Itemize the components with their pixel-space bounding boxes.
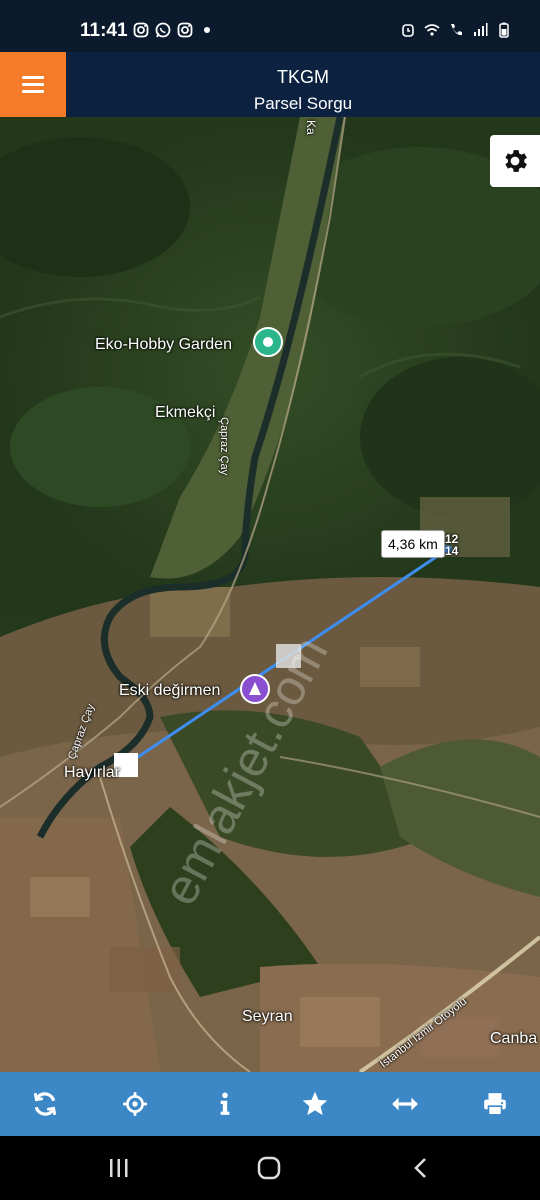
- parcel-number-label: 12 14: [445, 532, 459, 558]
- hamburger-icon: [22, 72, 44, 97]
- favorite-button[interactable]: [285, 1072, 345, 1136]
- whatsapp-icon: [155, 22, 171, 38]
- locate-button[interactable]: [105, 1072, 165, 1136]
- system-icons: [400, 22, 512, 38]
- label-canba: Canba: [490, 1030, 538, 1047]
- home-icon: [257, 1156, 281, 1180]
- label-capraz-cay-north: Çapraz Çay: [218, 417, 230, 476]
- satellite-map[interactable]: Eko-Hobby Garden Ekmekçi Çapraz Çay Eski…: [0, 117, 540, 1072]
- menu-button[interactable]: [0, 52, 66, 117]
- map-imagery: [0, 117, 540, 1072]
- battery-icon: [499, 22, 509, 38]
- locate-icon: [123, 1092, 147, 1116]
- app-subtitle: Parsel Sorgu: [253, 94, 353, 113]
- app-header: TKGM Parsel Sorgu: [0, 52, 540, 117]
- label-seyran: Seyran: [242, 1008, 293, 1025]
- label-eski-degirmen: Eski değirmen: [119, 682, 221, 699]
- measure-icon: [392, 1097, 418, 1111]
- label-ekmekci: Ekmekçi: [155, 404, 216, 421]
- dot-icon: [204, 27, 210, 33]
- home-button[interactable]: [254, 1154, 284, 1182]
- refresh-icon: [33, 1092, 57, 1116]
- info-icon: [220, 1092, 230, 1115]
- status-time: 11:41: [80, 20, 128, 41]
- print-icon: [484, 1093, 506, 1116]
- settings-button[interactable]: [490, 135, 540, 187]
- gear-icon: [505, 150, 527, 172]
- label-ka: Ka: [304, 120, 318, 135]
- print-button[interactable]: [465, 1072, 525, 1136]
- instagram-icon: [133, 22, 149, 38]
- recent-apps-button[interactable]: [104, 1154, 134, 1182]
- recent-apps-icon: [110, 1159, 128, 1177]
- system-nav-bar: [0, 1136, 540, 1200]
- call-icon: [451, 24, 462, 36]
- back-icon: [414, 1158, 426, 1178]
- info-button[interactable]: [195, 1072, 255, 1136]
- status-bar: 11:41: [0, 0, 540, 52]
- back-button[interactable]: [406, 1154, 436, 1182]
- distance-label: 4,36 km: [381, 530, 445, 558]
- signal-icon: [474, 23, 488, 36]
- favorite-icon: [302, 1091, 328, 1116]
- wifi-icon: [424, 24, 440, 36]
- notification-icons: [133, 22, 215, 38]
- app-title: TKGM: [277, 67, 329, 87]
- measure-button[interactable]: [375, 1072, 435, 1136]
- label-eko-hobby-garden: Eko-Hobby Garden: [95, 336, 232, 353]
- map-toolbar: [0, 1072, 540, 1136]
- label-hayirlar: Hayırlar: [64, 764, 121, 781]
- refresh-button[interactable]: [15, 1072, 75, 1136]
- instagram-icon: [177, 22, 193, 38]
- alarm-icon: [402, 24, 414, 37]
